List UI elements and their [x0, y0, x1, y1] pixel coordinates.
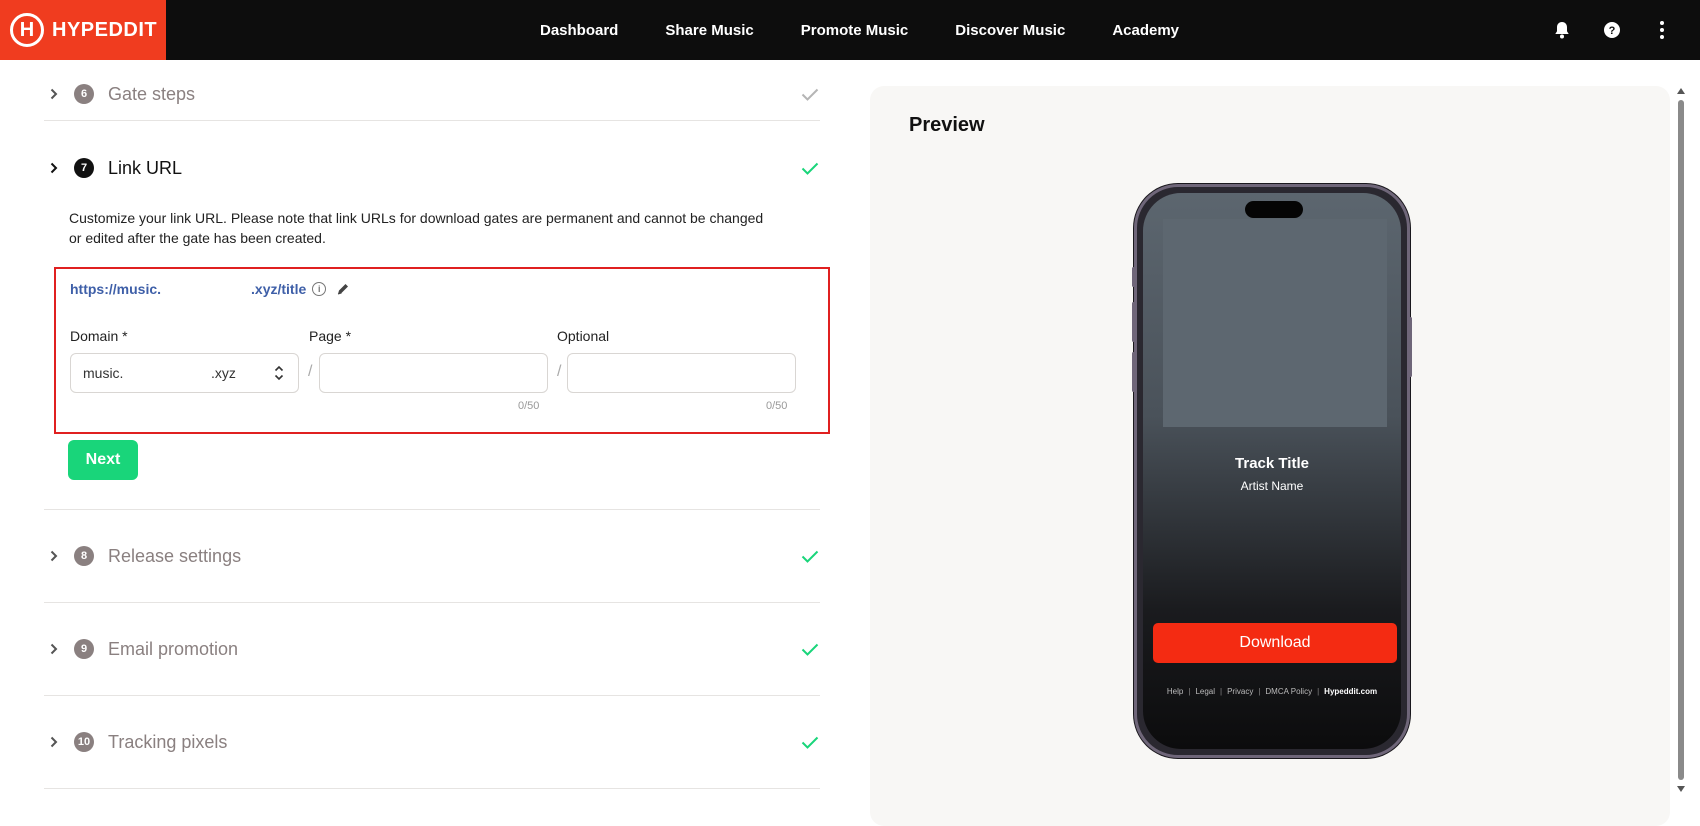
domain-suffix: .xyz — [211, 365, 236, 381]
phone-screen: Track Title Artist Name Download Help | L… — [1143, 193, 1401, 749]
step-number: 9 — [74, 639, 94, 659]
step-gate-steps[interactable]: 6 Gate steps — [44, 74, 820, 114]
phone-footer-links: Help | Legal | Privacy | DMCA Policy | Hyped… — [1166, 687, 1378, 696]
phone-side-button — [1132, 267, 1135, 287]
divider — [44, 695, 820, 696]
download-button[interactable]: Download — [1153, 623, 1397, 663]
scroll-up-icon — [1677, 88, 1685, 94]
phone-side-button — [1409, 317, 1412, 377]
divider — [44, 602, 820, 603]
step-release-settings[interactable]: 8 Release settings — [44, 536, 820, 576]
phone-notch — [1245, 201, 1303, 218]
url-separator: / — [308, 363, 313, 380]
hypeddit-logo[interactable]: H HYPEDDIT — [0, 0, 166, 60]
optional-input[interactable] — [567, 353, 796, 393]
page-char-counter: 0/50 — [518, 400, 540, 412]
scroll-down-icon — [1677, 786, 1685, 792]
step-tracking-pixels[interactable]: 10 Tracking pixels — [44, 722, 820, 762]
step-number: 8 — [74, 546, 94, 566]
footer-link-legal[interactable]: Legal — [1195, 687, 1215, 696]
phone-side-button — [1132, 352, 1135, 392]
domain-label: Domain * — [70, 328, 128, 344]
info-icon[interactable]: i — [312, 282, 327, 296]
check-icon — [800, 732, 820, 752]
step-number: 6 — [74, 84, 94, 104]
domain-value: music. — [83, 365, 124, 381]
domain-select[interactable]: music. .xyz — [70, 353, 299, 393]
step-title: Gate steps — [108, 83, 196, 104]
step-number: 10 — [74, 732, 94, 752]
top-navigation-bar: H HYPEDDIT Dashboard Share Music Promote… — [0, 0, 1700, 60]
check-icon — [800, 639, 820, 659]
chevron-right-icon — [50, 550, 62, 562]
phone-side-button — [1132, 302, 1135, 342]
chevron-right-icon — [50, 643, 62, 655]
step-number: 7 — [74, 158, 94, 178]
link-url-description: Customize your link URL. Please note tha… — [69, 210, 764, 246]
artist-name: Artist Name — [1240, 479, 1304, 493]
logo-text: HYPEDDIT — [52, 18, 158, 41]
top-icons: ? — [1552, 0, 1700, 60]
step-title: Email promotion — [108, 638, 239, 659]
divider — [44, 120, 820, 121]
nav-academy[interactable]: Academy — [1112, 22, 1179, 39]
check-icon — [800, 84, 820, 104]
step-email-promotion[interactable]: 9 Email promotion — [44, 629, 820, 669]
optional-label: Optional — [557, 328, 610, 344]
chevron-right-icon — [50, 162, 62, 174]
optional-char-counter: 0/50 — [766, 400, 788, 412]
chevron-right-icon — [50, 736, 62, 748]
preview-title: Preview — [909, 114, 985, 136]
nav-discover-music[interactable]: Discover Music — [955, 22, 1065, 39]
more-vertical-icon[interactable] — [1652, 20, 1672, 40]
logo-h-icon: H — [10, 13, 44, 47]
track-title: Track Title — [1235, 455, 1309, 472]
check-icon — [800, 158, 820, 178]
check-icon — [800, 546, 820, 566]
gate-settings-panel: 6 Gate steps 7 Link URL Customize your l… — [44, 60, 830, 810]
link-url-editor: https://music. .xyz/title i Domain * Pag… — [54, 267, 830, 434]
chevron-right-icon — [50, 88, 62, 100]
pencil-icon[interactable] — [336, 282, 350, 296]
url-separator: / — [557, 363, 562, 380]
scroll-thumb[interactable] — [1678, 100, 1684, 780]
bell-icon[interactable] — [1552, 20, 1572, 40]
select-arrows-icon — [274, 364, 284, 387]
footer-brand[interactable]: Hypeddit.com — [1324, 687, 1377, 696]
nav-promote-music[interactable]: Promote Music — [801, 22, 909, 39]
cover-art-placeholder — [1163, 219, 1387, 427]
preview-panel: Preview Track Title Artist Name Download… — [870, 86, 1670, 826]
phone-mockup: Track Title Artist Name Download Help | L… — [1132, 184, 1412, 758]
svg-text:?: ? — [1609, 25, 1616, 37]
step-title: Link URL — [108, 157, 183, 178]
footer-link-dmca[interactable]: DMCA Policy — [1265, 687, 1312, 696]
divider — [44, 509, 820, 510]
main-nav: Dashboard Share Music Promote Music Disc… — [540, 0, 1226, 60]
step-link-url[interactable]: 7 Link URL — [44, 148, 820, 188]
divider — [44, 788, 820, 789]
url-preview: https://music. .xyz/title i — [70, 281, 350, 297]
help-icon[interactable]: ? — [1602, 20, 1622, 40]
page-input[interactable] — [319, 353, 548, 393]
step-title: Tracking pixels — [108, 731, 228, 752]
step-title: Release settings — [108, 545, 242, 566]
footer-link-help[interactable]: Help — [1167, 687, 1183, 696]
page-scrollbar[interactable] — [1676, 86, 1686, 796]
page-label: Page * — [309, 328, 352, 344]
url-prefix: https://music. — [70, 281, 162, 297]
url-suffix: .xyz/title — [251, 281, 307, 297]
next-button[interactable]: Next — [68, 440, 138, 480]
nav-dashboard[interactable]: Dashboard — [540, 22, 618, 39]
nav-share-music[interactable]: Share Music — [665, 22, 753, 39]
footer-link-privacy[interactable]: Privacy — [1227, 687, 1253, 696]
